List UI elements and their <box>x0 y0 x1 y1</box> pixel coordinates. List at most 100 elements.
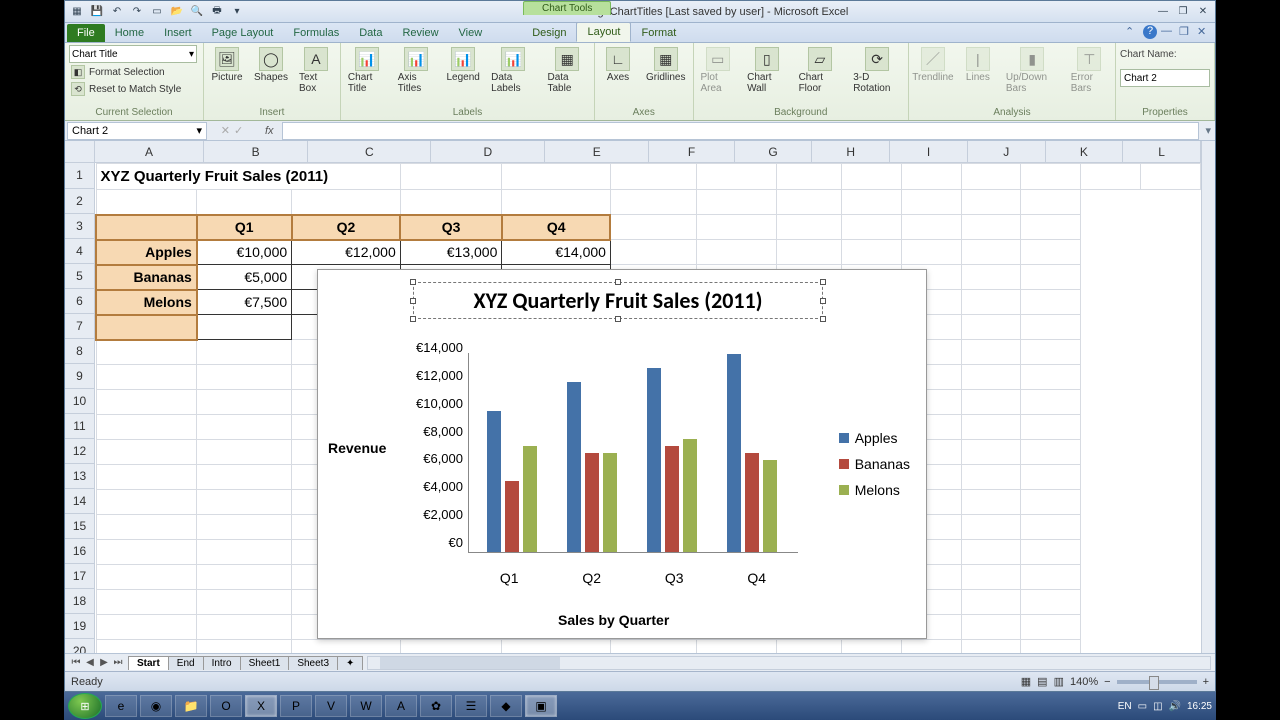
row-header[interactable]: 3 <box>65 214 95 239</box>
cell[interactable] <box>197 315 292 340</box>
expand-formula-bar-icon[interactable]: ▾ <box>1201 124 1215 137</box>
view-page-layout-icon[interactable]: ▤ <box>1037 675 1047 688</box>
cell[interactable]: €12,000 <box>292 240 401 265</box>
cell[interactable] <box>96 190 197 215</box>
taskbar-word[interactable]: W <box>350 695 382 717</box>
trendline-button[interactable]: ／Trendline <box>913 45 953 85</box>
cell[interactable] <box>776 240 841 265</box>
cell[interactable] <box>1021 465 1081 490</box>
cell[interactable] <box>961 615 1021 640</box>
row-header[interactable]: 1 <box>65 163 95 189</box>
cell[interactable] <box>842 640 902 654</box>
sheet-tab-sheet1[interactable]: Sheet1 <box>240 656 290 670</box>
taskbar-app1[interactable]: ✿ <box>420 695 452 717</box>
cell[interactable] <box>197 415 292 440</box>
tray-network-icon[interactable]: ◫ <box>1153 701 1162 712</box>
axes-button[interactable]: ∟Axes <box>599 45 637 85</box>
cell[interactable] <box>1021 615 1081 640</box>
cell[interactable]: Apples <box>96 240 197 265</box>
row-header[interactable]: 20 <box>65 639 95 653</box>
cell[interactable] <box>197 615 292 640</box>
updown-bars-button[interactable]: ▮Up/Down Bars <box>1003 45 1062 96</box>
cell[interactable] <box>961 465 1021 490</box>
column-header[interactable]: E <box>545 141 649 163</box>
new-icon[interactable]: ▭ <box>149 4 165 20</box>
axis-titles-button[interactable]: 📊Axis Titles <box>395 45 438 96</box>
horizontal-scrollbar[interactable] <box>367 656 1211 670</box>
cell[interactable] <box>961 190 1021 215</box>
workbook-minimize-icon[interactable]: — <box>1161 25 1175 39</box>
column-header[interactable]: D <box>431 141 545 163</box>
row-header[interactable]: 15 <box>65 514 95 539</box>
fx-icon[interactable]: fx <box>257 125 282 137</box>
cell[interactable] <box>197 340 292 365</box>
3d-rotation-button[interactable]: ⟳3-D Rotation <box>850 45 904 96</box>
tab-view[interactable]: View <box>449 24 493 42</box>
column-header[interactable]: K <box>1046 141 1124 163</box>
last-sheet-icon[interactable]: ⏭ <box>111 657 125 668</box>
tab-page-layout[interactable]: Page Layout <box>202 24 284 42</box>
cell[interactable] <box>610 640 696 654</box>
taskbar-visio[interactable]: V <box>315 695 347 717</box>
shapes-button[interactable]: ◯Shapes <box>252 45 290 85</box>
cell[interactable] <box>96 390 197 415</box>
cell[interactable]: Q4 <box>502 215 611 240</box>
workbook-restore-icon[interactable]: ❐ <box>1179 25 1193 39</box>
cell[interactable] <box>96 315 197 340</box>
chart-name-input[interactable] <box>1120 69 1210 87</box>
redo-icon[interactable]: ↷ <box>129 4 145 20</box>
save-icon[interactable]: 💾 <box>89 4 105 20</box>
cell[interactable] <box>961 340 1021 365</box>
legend-button[interactable]: 📊Legend <box>444 45 482 85</box>
help-icon[interactable]: ? <box>1143 25 1157 39</box>
textbox-button[interactable]: AText Box <box>296 45 336 96</box>
cell[interactable] <box>96 590 197 615</box>
taskbar-access[interactable]: A <box>385 695 417 717</box>
row-header[interactable]: 7 <box>65 314 95 339</box>
cell[interactable] <box>197 365 292 390</box>
taskbar-ie[interactable]: e <box>105 695 137 717</box>
cell[interactable] <box>96 640 197 654</box>
column-headers[interactable]: ABCDEFGHIJKL <box>95 141 1201 163</box>
cell[interactable] <box>842 215 902 240</box>
first-sheet-icon[interactable]: ⏮ <box>69 657 83 668</box>
start-button[interactable]: ⊞ <box>68 693 102 719</box>
cell[interactable] <box>901 640 961 654</box>
row-header[interactable]: 17 <box>65 564 95 589</box>
chart-legend[interactable]: ApplesBananasMelons <box>839 430 910 508</box>
row-header[interactable]: 6 <box>65 289 95 314</box>
row-header[interactable]: 19 <box>65 614 95 639</box>
row-header[interactable]: 12 <box>65 439 95 464</box>
tab-data[interactable]: Data <box>349 24 392 42</box>
row-header[interactable]: 5 <box>65 264 95 289</box>
tab-review[interactable]: Review <box>392 24 448 42</box>
tab-home[interactable]: Home <box>105 24 154 42</box>
worksheet-grid[interactable]: ABCDEFGHIJKL 123456789101112131415161718… <box>65 141 1215 653</box>
row-header[interactable]: 9 <box>65 364 95 389</box>
sheet-tab-start[interactable]: Start <box>128 656 169 670</box>
cell[interactable] <box>96 515 197 540</box>
cell[interactable] <box>842 240 902 265</box>
cell[interactable]: €14,000 <box>502 240 611 265</box>
cell[interactable] <box>961 390 1021 415</box>
cell[interactable] <box>1021 390 1081 415</box>
column-header[interactable]: H <box>812 141 890 163</box>
cell[interactable] <box>197 565 292 590</box>
row-header[interactable]: 10 <box>65 389 95 414</box>
cell[interactable] <box>961 215 1021 240</box>
cell[interactable] <box>96 565 197 590</box>
cell[interactable] <box>901 240 961 265</box>
cell[interactable] <box>776 164 841 190</box>
workbook-close-icon[interactable]: ✕ <box>1197 25 1211 39</box>
data-labels-button[interactable]: 📊Data Labels <box>488 45 538 96</box>
column-header[interactable]: L <box>1123 141 1201 163</box>
chart-element-selector[interactable]: Chart Title▾ <box>69 45 197 63</box>
cell[interactable] <box>697 640 776 654</box>
cell[interactable]: Q1 <box>197 215 292 240</box>
row-header[interactable]: 4 <box>65 239 95 264</box>
cell[interactable] <box>776 215 841 240</box>
cell[interactable]: €13,000 <box>400 240 502 265</box>
cell[interactable] <box>1021 415 1081 440</box>
chart-wall-button[interactable]: ▯Chart Wall <box>744 45 789 96</box>
cell[interactable] <box>96 615 197 640</box>
